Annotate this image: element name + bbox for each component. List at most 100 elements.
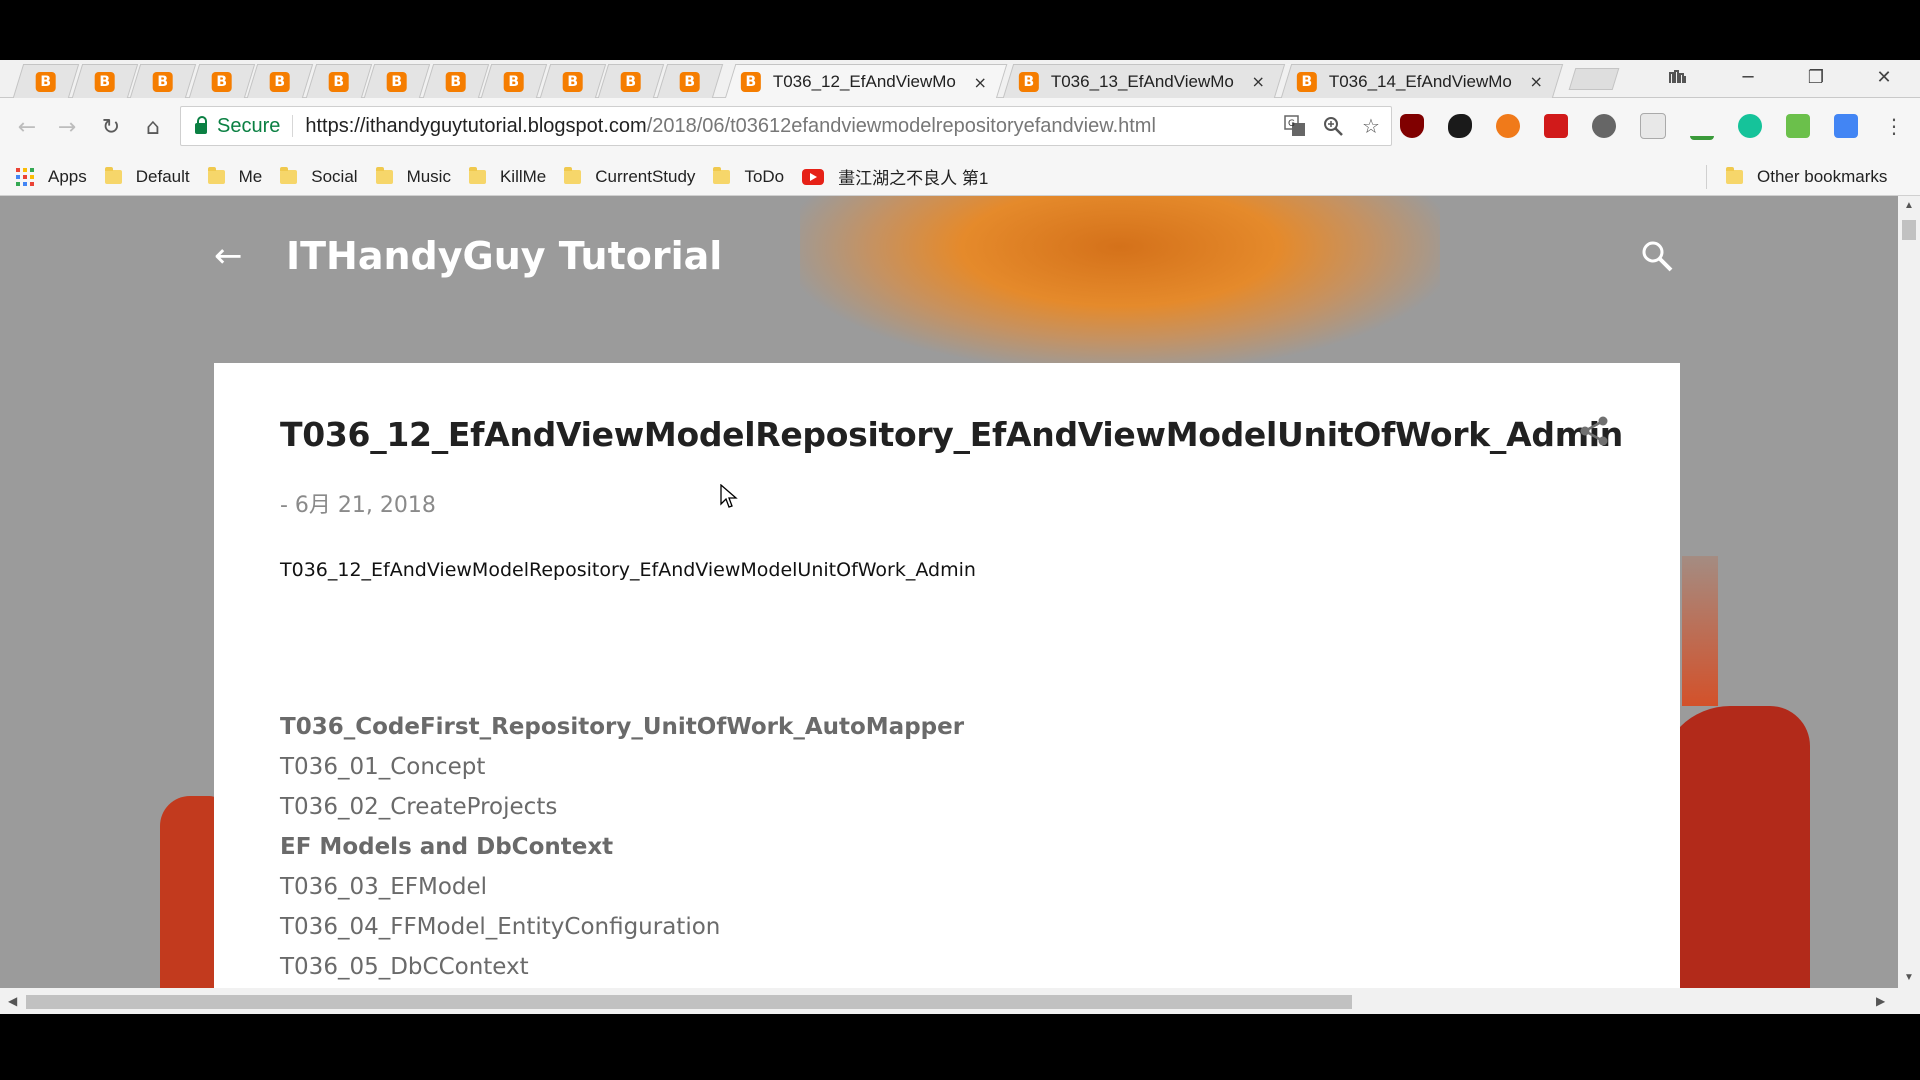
bookmark-item[interactable]: Me [207, 166, 263, 187]
folder-icon [207, 166, 225, 184]
home-button[interactable]: ⌂ [138, 112, 168, 142]
forward-button[interactable]: → [52, 112, 82, 142]
tab-close-icon[interactable]: × [973, 73, 986, 92]
scroll-left-arrow-icon[interactable]: ◀ [8, 994, 17, 1008]
address-bar[interactable]: Secure https://ithandyguytutorial.blogsp… [180, 106, 1392, 146]
pinned-tab[interactable]: B [422, 64, 489, 98]
toc-link[interactable]: T036_04_FFModel_EntityConfiguration [280, 907, 964, 947]
blog-title[interactable]: ITHandyGuy Tutorial [286, 234, 722, 278]
tab-close-icon[interactable]: × [1529, 72, 1542, 91]
blogger-favicon-icon: B [679, 71, 700, 92]
pinned-tab[interactable]: B [129, 64, 197, 98]
other-bookmarks[interactable]: Other bookmarks [1726, 166, 1887, 187]
search-icon[interactable] [1640, 239, 1674, 273]
folder-icon [564, 166, 582, 184]
bookmark-item[interactable]: Music [375, 166, 451, 187]
vertical-scrollbar[interactable]: ▲ ▼ [1898, 196, 1920, 1014]
url-text[interactable]: https://ithandyguytutorial.blogspot.com/… [305, 115, 1156, 138]
bookmark-item[interactable]: Apps [16, 167, 87, 187]
blogger-favicon-icon: B [211, 71, 232, 92]
share-icon[interactable] [1578, 415, 1610, 447]
tab-t036-14[interactable]: B T036_14_EfAndViewMo × [1280, 64, 1564, 98]
post-subtitle: T036_12_EfAndViewModelRepository_EfAndVi… [280, 559, 976, 581]
toc-link[interactable]: T036_03_EFModel [280, 867, 964, 907]
evernote-extension-icon[interactable] [1592, 114, 1616, 138]
bookmark-label: 畫江湖之不良人 第1 [838, 169, 989, 188]
zoom-icon[interactable] [1321, 114, 1345, 138]
toc-link[interactable]: T036_05_DbCContext [280, 947, 964, 987]
bookmark-label: Me [238, 166, 263, 186]
svg-text:G: G [1288, 119, 1295, 129]
folder-icon [375, 166, 393, 184]
google-translate-extension-icon[interactable] [1834, 114, 1858, 138]
blogger-favicon-icon: B [620, 71, 641, 92]
post-date[interactable]: - 6月 21, 2018 [280, 487, 436, 519]
toc-link[interactable]: T036_01_Concept [280, 747, 964, 787]
translate-icon[interactable]: G [1283, 114, 1307, 138]
pinned-tab[interactable]: B [480, 64, 548, 98]
tab-title: T036_12_EfAndViewMo [772, 72, 956, 91]
bookmark-item[interactable]: Default [104, 166, 190, 187]
pinned-tab[interactable]: B [656, 64, 723, 98]
pinned-tab[interactable]: B [597, 64, 665, 98]
extensions-row: ⋮ [1400, 108, 1906, 144]
pinned-tab[interactable]: B [363, 64, 431, 98]
pinned-tab[interactable]: B [539, 64, 606, 98]
youtube-icon [802, 168, 825, 185]
bookmark-item[interactable]: Social [280, 166, 358, 187]
back-button[interactable]: ← [12, 112, 42, 142]
scroll-down-arrow-icon[interactable]: ▼ [1904, 972, 1914, 983]
horizontal-scroll-thumb[interactable] [26, 995, 1352, 1009]
right-figure-artwork [1660, 706, 1810, 988]
pinned-tab[interactable]: B [188, 64, 255, 98]
scroll-right-arrow-icon[interactable]: ▶ [1876, 994, 1885, 1008]
tab-close-icon[interactable]: × [1251, 72, 1264, 91]
tab-t036-13[interactable]: B T036_13_EfAndViewMo × [1002, 64, 1286, 98]
grammarly-extension-icon[interactable] [1738, 114, 1762, 138]
fish-extension-icon[interactable] [1448, 114, 1472, 138]
blog-header: ← ITHandyGuy Tutorial [214, 226, 1674, 286]
green-extension-icon[interactable] [1786, 114, 1810, 138]
ublock-shield-icon[interactable] [1400, 114, 1424, 138]
blogger-favicon-icon: B [386, 71, 407, 92]
blogger-favicon-icon: B [1296, 71, 1317, 92]
bookmarks-divider [1706, 165, 1707, 189]
gray-extension-icon[interactable] [1640, 113, 1666, 139]
tab-title: T036_13_EfAndViewMo [1050, 71, 1234, 91]
bookmark-item[interactable]: ToDo [713, 166, 784, 187]
menu-kebab-icon[interactable]: ⋮ [1882, 114, 1906, 138]
right-figure-artwork-top [1682, 556, 1718, 706]
pinned-tab[interactable]: B [246, 64, 314, 98]
bookmark-item[interactable]: KillMe [468, 166, 546, 187]
bookmark-item[interactable]: 畫江湖之不良人 第1 [802, 164, 988, 189]
pinned-tab[interactable]: B [305, 64, 372, 98]
close-window-button[interactable]: ✕ [1856, 60, 1912, 94]
toc-link[interactable]: T036_02_CreateProjects [280, 787, 964, 827]
horizontal-scrollbar[interactable]: ◀ ▶ [0, 988, 1898, 1014]
scroll-up-arrow-icon[interactable]: ▲ [1904, 200, 1914, 211]
star-bookmark-icon[interactable]: ☆ [1359, 114, 1383, 138]
new-tab-button[interactable] [1568, 68, 1620, 90]
lock-icon [195, 116, 207, 134]
tab-t036-12[interactable]: B T036_12_EfAndViewMo × [724, 64, 1008, 99]
post-toc: T036_CodeFirst_Repository_UnitOfWork_Aut… [280, 707, 964, 987]
reload-button[interactable]: ↻ [96, 112, 126, 142]
screen-letterbox-top [0, 0, 1920, 60]
pinned-tab[interactable]: B [12, 64, 80, 98]
blogger-favicon-icon: B [328, 71, 349, 92]
red-book-extension-icon[interactable] [1544, 114, 1568, 138]
vertical-scroll-thumb[interactable] [1902, 220, 1916, 240]
minimize-button[interactable]: ─ [1720, 60, 1776, 94]
orange-extension-icon[interactable] [1496, 114, 1520, 138]
bookmark-item[interactable]: CurrentStudy [564, 166, 695, 187]
pinned-tab[interactable]: B [71, 64, 138, 98]
blogger-favicon-icon: B [1018, 71, 1039, 92]
back-arrow-icon[interactable]: ← [214, 236, 254, 276]
url-path: /2018/06/t03612efandviewmodelrepositorye… [646, 114, 1156, 137]
restore-button[interactable]: ❐ [1788, 60, 1844, 94]
profile-icon[interactable] [1650, 60, 1706, 94]
check-extension-icon[interactable] [1690, 112, 1714, 140]
toc-heading: EF Models and DbContext [280, 834, 614, 860]
bookmark-label: Default [135, 166, 190, 186]
blogger-favicon-icon: B [445, 71, 466, 92]
